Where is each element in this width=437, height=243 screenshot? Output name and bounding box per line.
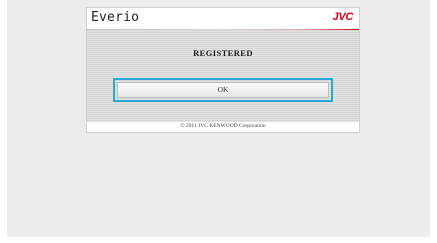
window-frame-bottom [0, 237, 437, 243]
copyright-text: © 2011 JVC KENWOOD Corporation [180, 123, 266, 129]
panel-footer: © 2011 JVC KENWOOD Corporation [87, 122, 359, 132]
ok-button[interactable]: OK [117, 82, 329, 98]
panel-header: Everio JVC [87, 8, 359, 30]
status-message: REGISTERED [193, 48, 253, 58]
brand-logo: JVC [332, 11, 354, 23]
window-frame-left [0, 0, 7, 243]
window-frame-right [430, 0, 437, 243]
app-title: Everio [91, 10, 140, 25]
registration-panel: Everio JVC REGISTERED OK © 2011 JVC KENW… [86, 7, 360, 133]
dialog-content: REGISTERED OK [87, 30, 359, 122]
